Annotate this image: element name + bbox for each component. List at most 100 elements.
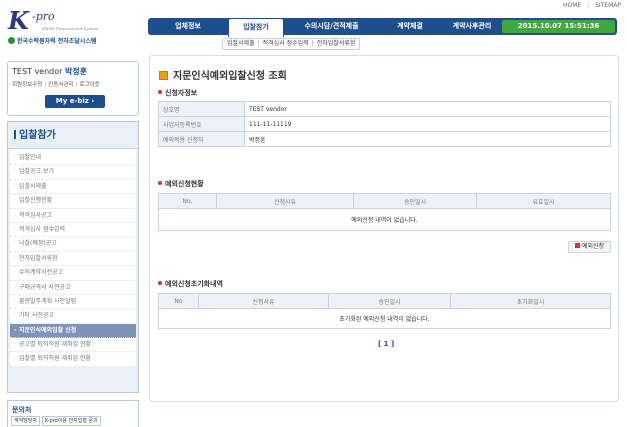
value-applicant: 박정훈 [244,131,611,147]
value-biz-no: 111-11-11119 [244,116,611,132]
pagination[interactable]: [ 1 ] [378,340,394,348]
contact-tab-kpro[interactable]: K-pro이용 전자입찰 문의 [42,416,101,426]
table-row: 사업자등록번호 111-11-11119 [158,116,611,132]
status-table: No. 신청사유 승인일시 유효일시 예외신청 내역이 없습니다. [158,193,611,231]
reset-section-text: 예외신청초기화내역 [165,280,223,288]
nav-post-contract[interactable]: 계약사후관리 [441,18,503,35]
sidebar-item-retiree-by-notice[interactable]: 공고별 퇴직직원 재취업 현황 [10,338,136,353]
sitemap-link[interactable]: SITEMAP [595,2,621,9]
sidebar-item-bid-submit[interactable]: 입찰서제출 [10,180,136,195]
sidebar-item-retiree-by-bid[interactable]: 입찰별 퇴직직원 재취업 현황 [10,352,136,367]
sidebar-item-fingerprint-exception[interactable]: 지문인식예외입찰 신청 [10,323,136,338]
utility-links: HOME | SITEMAP [559,2,621,9]
col-reason: 신청사유 [216,193,354,209]
divider: | [257,40,260,47]
sub-nav: 입찰서제출 | 적격심사 점수입력 | 전자입찰서류함 [222,38,361,50]
subnav-document-box[interactable]: 전자입찰서류함 [317,40,356,47]
applicant-section-heading: 신청자정보 [158,88,197,98]
value-company: TEST vendor [244,101,611,117]
logo-pro: -pro [32,10,55,23]
user-panel: TEST vendor 박정훈 회원정보수정 | 인증서관리 | 로그아웃 My e-b… [7,61,139,116]
sidebar-item-other-notice[interactable]: 기타 사전공고 [10,309,136,324]
person-name: 박정훈 [64,67,88,76]
table-header-row: No 신청사유 승인일시 초기화일시 [158,293,611,309]
site-logo[interactable]: K -pro KHNP Procurement System 한국수력원자력 전… [6,6,141,46]
nav-contract[interactable]: 계약체결 [379,18,441,35]
sidebar-title: 입찰참가 [8,122,138,149]
col-approved: 승인일시 [328,293,451,309]
sidebar-title-text: 입찰참가 [19,130,56,141]
empty-message: 예외신청 내역이 없습니다. [158,208,611,231]
home-link[interactable]: HOME [563,2,581,9]
contact-tabs: 계약담당자 K-pro이용 전자입찰 문의 [11,416,103,426]
nav-private-contract[interactable]: 수의시담/견적제출 [284,18,379,35]
exception-apply-button[interactable]: 예외신청 [568,241,611,253]
status-section-text: 예외신청현황 [165,180,204,188]
main-nav: 업체정보 입찰참가 수의시담/견적제출 계약체결 계약사후관리 2015.10.… [148,18,617,37]
logo-org: 한국수력원자력 전자조달시스템 [8,36,96,45]
title-bar-icon [14,130,16,139]
sidebar: 입찰참가 입찰안내 입찰공고 보기 입찰서제출 입찰진행현황 적격심사공고 적격… [7,121,139,393]
contact-tab-manager[interactable]: 계약담당자 [11,416,41,426]
contact-panel: 문의처 계약담당자 K-pro이용 전자입찰 문의 [7,400,139,427]
sidebar-item-qualification-notice[interactable]: 적격심사공고 [10,209,136,223]
reset-section-heading: 예외신청초기화내역 [158,279,223,289]
col-no: No. [158,193,217,209]
bullet-icon [158,90,162,94]
company-name: TEST vendor [12,67,63,76]
contact-title: 문의처 [12,406,32,414]
reset-table: No 신청사유 승인일시 초기화일시 초기화된 예외신청 내역이 없습니다. [158,293,611,329]
sidebar-item-qualification-score[interactable]: 적격심사 점수입력 [10,223,136,238]
edit-profile-link[interactable]: 회원정보수정 [12,82,42,88]
apply-label: 예외신청 [581,243,605,250]
status-section-heading: 예외신청현황 [158,179,204,189]
col-reset-date: 초기화일시 [450,293,611,309]
cert-manage-link[interactable]: 인증서관리 [48,82,73,88]
title-square-icon [159,71,168,80]
subnav-bid-submit[interactable]: 입찰서제출 [227,40,255,47]
logout-link[interactable]: 로그아웃 [79,82,99,88]
table-row: 예외적용 신청자 박정훈 [158,131,611,147]
sidebar-item-private-pre-notice[interactable]: 수의계약사전공고 [10,266,136,281]
empty-message: 초기화된 예외신청 내역이 없습니다. [158,308,611,329]
table-row: 상호명 TEST vendor [158,101,611,117]
logo-org-name: 한국수력원자력 전자조달시스템 [17,38,97,45]
arrow-right-icon: › [91,97,95,105]
col-valid: 유효일시 [476,193,611,209]
table-row: 초기화된 예외신청 내역이 없습니다. [158,308,611,329]
table-row: 예외신청 내역이 없습니다. [158,208,611,231]
sidebar-item-bid-notice[interactable]: 입찰공고 보기 [10,165,136,180]
page-title-text: 지문인식예외입찰신청 조회 [173,71,287,82]
label-company: 상호명 [158,101,245,117]
col-no: No [158,293,199,309]
sidebar-item-bid-progress[interactable]: 입찰진행현황 [10,194,136,209]
apply-icon [574,243,580,248]
subnav-qualification-score[interactable]: 적격심사 점수입력 [263,40,309,47]
server-clock: 2015.10.07 15:51:36 [502,20,615,33]
bullet-icon [158,281,162,285]
sidebar-item-order-plan[interactable]: 물량발주계획 사전알림 [10,295,136,310]
my-ebiz-button[interactable]: My e-biz › [45,95,105,108]
divider: | [75,82,78,88]
sidebar-item-bid-guide[interactable]: 입찰안내 [10,151,136,166]
sidebar-item-document-box[interactable]: 전자입찰서류함 [10,252,136,267]
sidebar-item-award-notice[interactable]: 낙찰(예정)공고 [10,237,136,252]
col-reason: 신청사유 [198,293,329,309]
bullet-icon [158,181,162,185]
label-applicant: 예외적용 신청자 [158,131,245,147]
nav-company-info[interactable]: 업체정보 [148,18,228,35]
page-title: 지문인식예외입찰신청 조회 [159,67,287,82]
logo-k: K [8,6,29,35]
applicant-table: 상호명 TEST vendor 사업자등록번호 111-11-11119 예외적용 … [158,101,611,147]
table-header-row: No. 신청사유 승인일시 유효일시 [158,193,611,209]
sidebar-menu: 입찰안내 입찰공고 보기 입찰서제출 입찰진행현황 적격심사공고 적격심사 점수… [10,149,136,367]
col-approved: 승인일시 [353,193,477,209]
user-links: 회원정보수정 | 인증서관리 | 로그아웃 [12,80,100,88]
applicant-section-text: 신청자정보 [165,89,198,97]
sidebar-item-spec-pre-notice[interactable]: 구매규격서 사전공고 [10,281,136,295]
nav-bid-participation[interactable]: 입찰참가 [228,18,284,37]
khnp-icon [8,37,15,44]
logo-subtitle: KHNP Procurement System [42,26,99,31]
my-ebiz-label: My e-biz [55,97,89,105]
main-content: 지문인식예외입찰신청 조회 신청자정보 상호명 TEST vendor 사업자등록… [149,55,619,402]
